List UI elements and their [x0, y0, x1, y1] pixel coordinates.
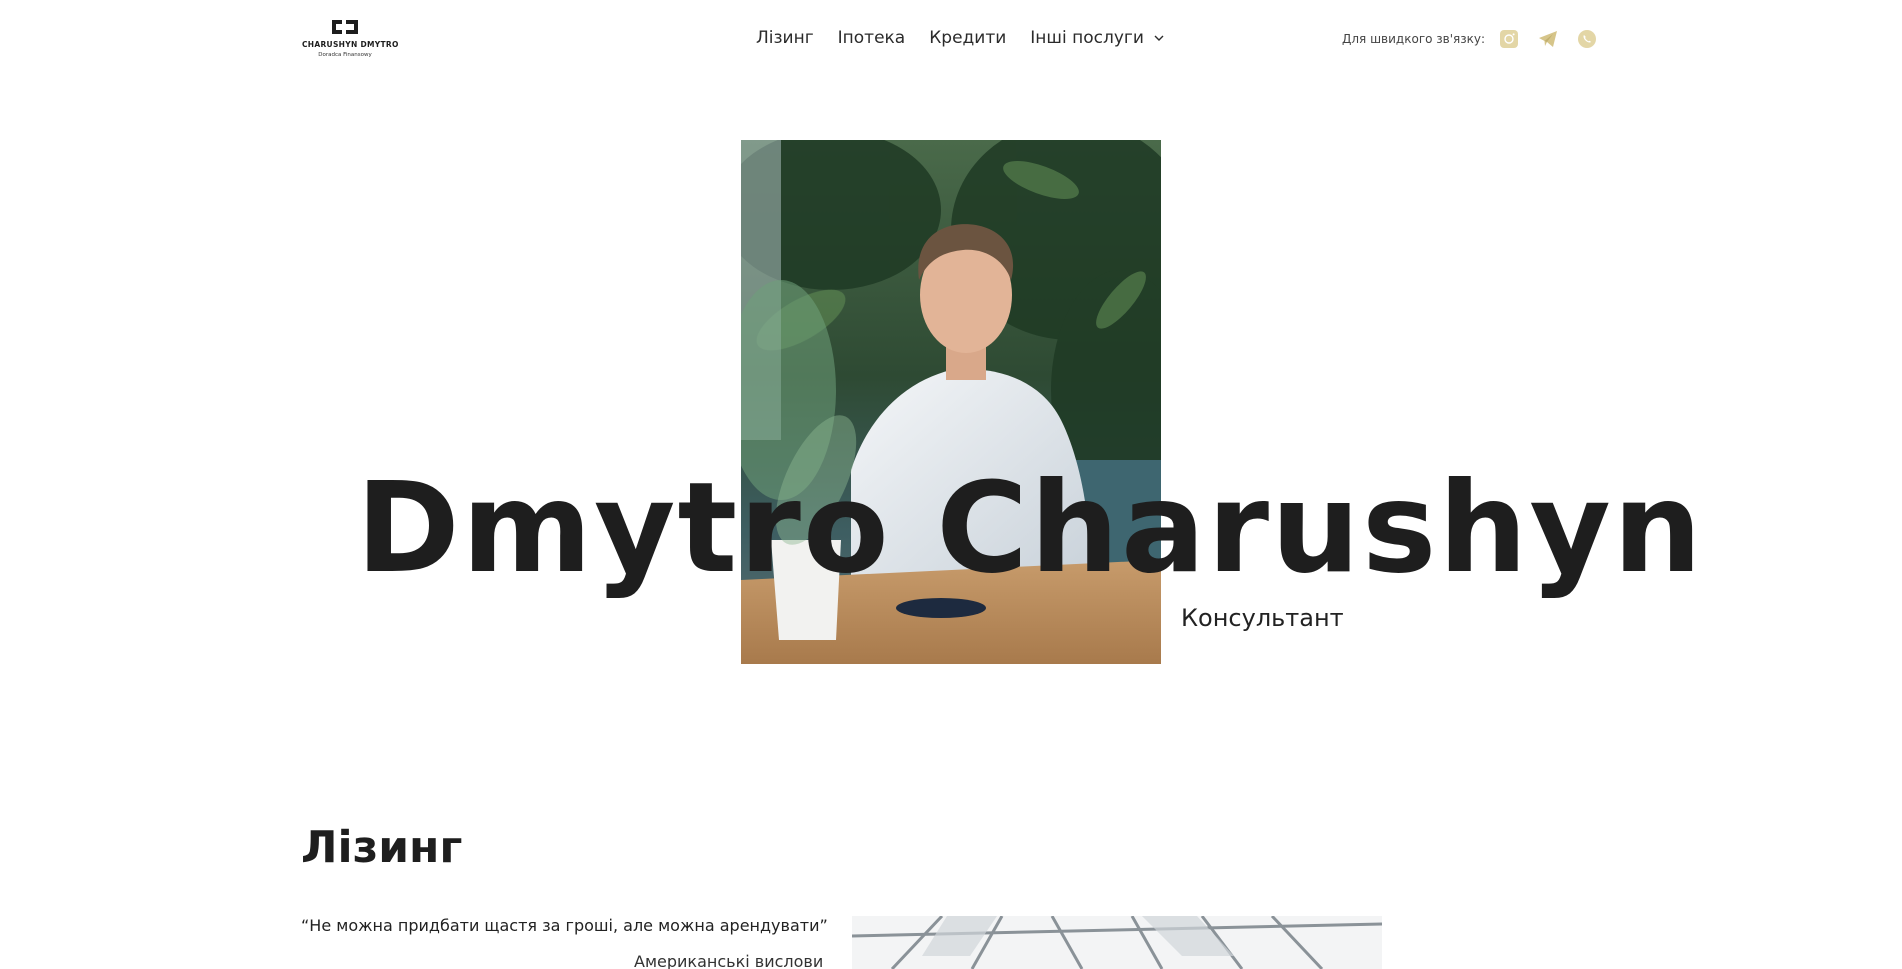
nav-item-leasing[interactable]: Лізинг: [756, 28, 814, 48]
site-logo[interactable]: CHARUSHYN DMYTRO Doradca Finansowy: [302, 18, 399, 62]
logo-mark-icon: [332, 20, 358, 34]
quick-contact-label: Для швидкого зв'язку:: [1342, 32, 1486, 46]
chevron-down-icon: [1154, 35, 1164, 41]
instagram-icon[interactable]: [1499, 29, 1519, 49]
leasing-section-title: Лізинг: [301, 822, 463, 873]
quick-contact: Для швидкого зв'язку:: [1342, 29, 1616, 49]
nav-item-other-services[interactable]: Інші послуги: [1030, 28, 1164, 48]
nav-item-credits[interactable]: Кредити: [929, 28, 1006, 48]
main-nav: Лізинг Іпотека Кредити Інші послуги: [756, 28, 1164, 48]
whatsapp-icon[interactable]: [1577, 29, 1597, 49]
nav-item-other-services-label: Інші послуги: [1030, 28, 1144, 48]
telegram-icon[interactable]: [1538, 29, 1558, 49]
nav-item-mortgage[interactable]: Іпотека: [838, 28, 906, 48]
leasing-quote-source: Американські вислови: [634, 952, 824, 969]
logo-tagline: Doradca Finansowy: [318, 52, 372, 58]
leasing-section-image: [852, 916, 1382, 969]
logo-name: CHARUSHYN DMYTRO: [302, 40, 399, 49]
hero-name-heading: Dmytro Charushyn: [356, 456, 1704, 601]
hero-role: Консультант: [1181, 604, 1344, 632]
leasing-quote: “Не можна придбати щастя за гроші, але м…: [301, 916, 828, 935]
